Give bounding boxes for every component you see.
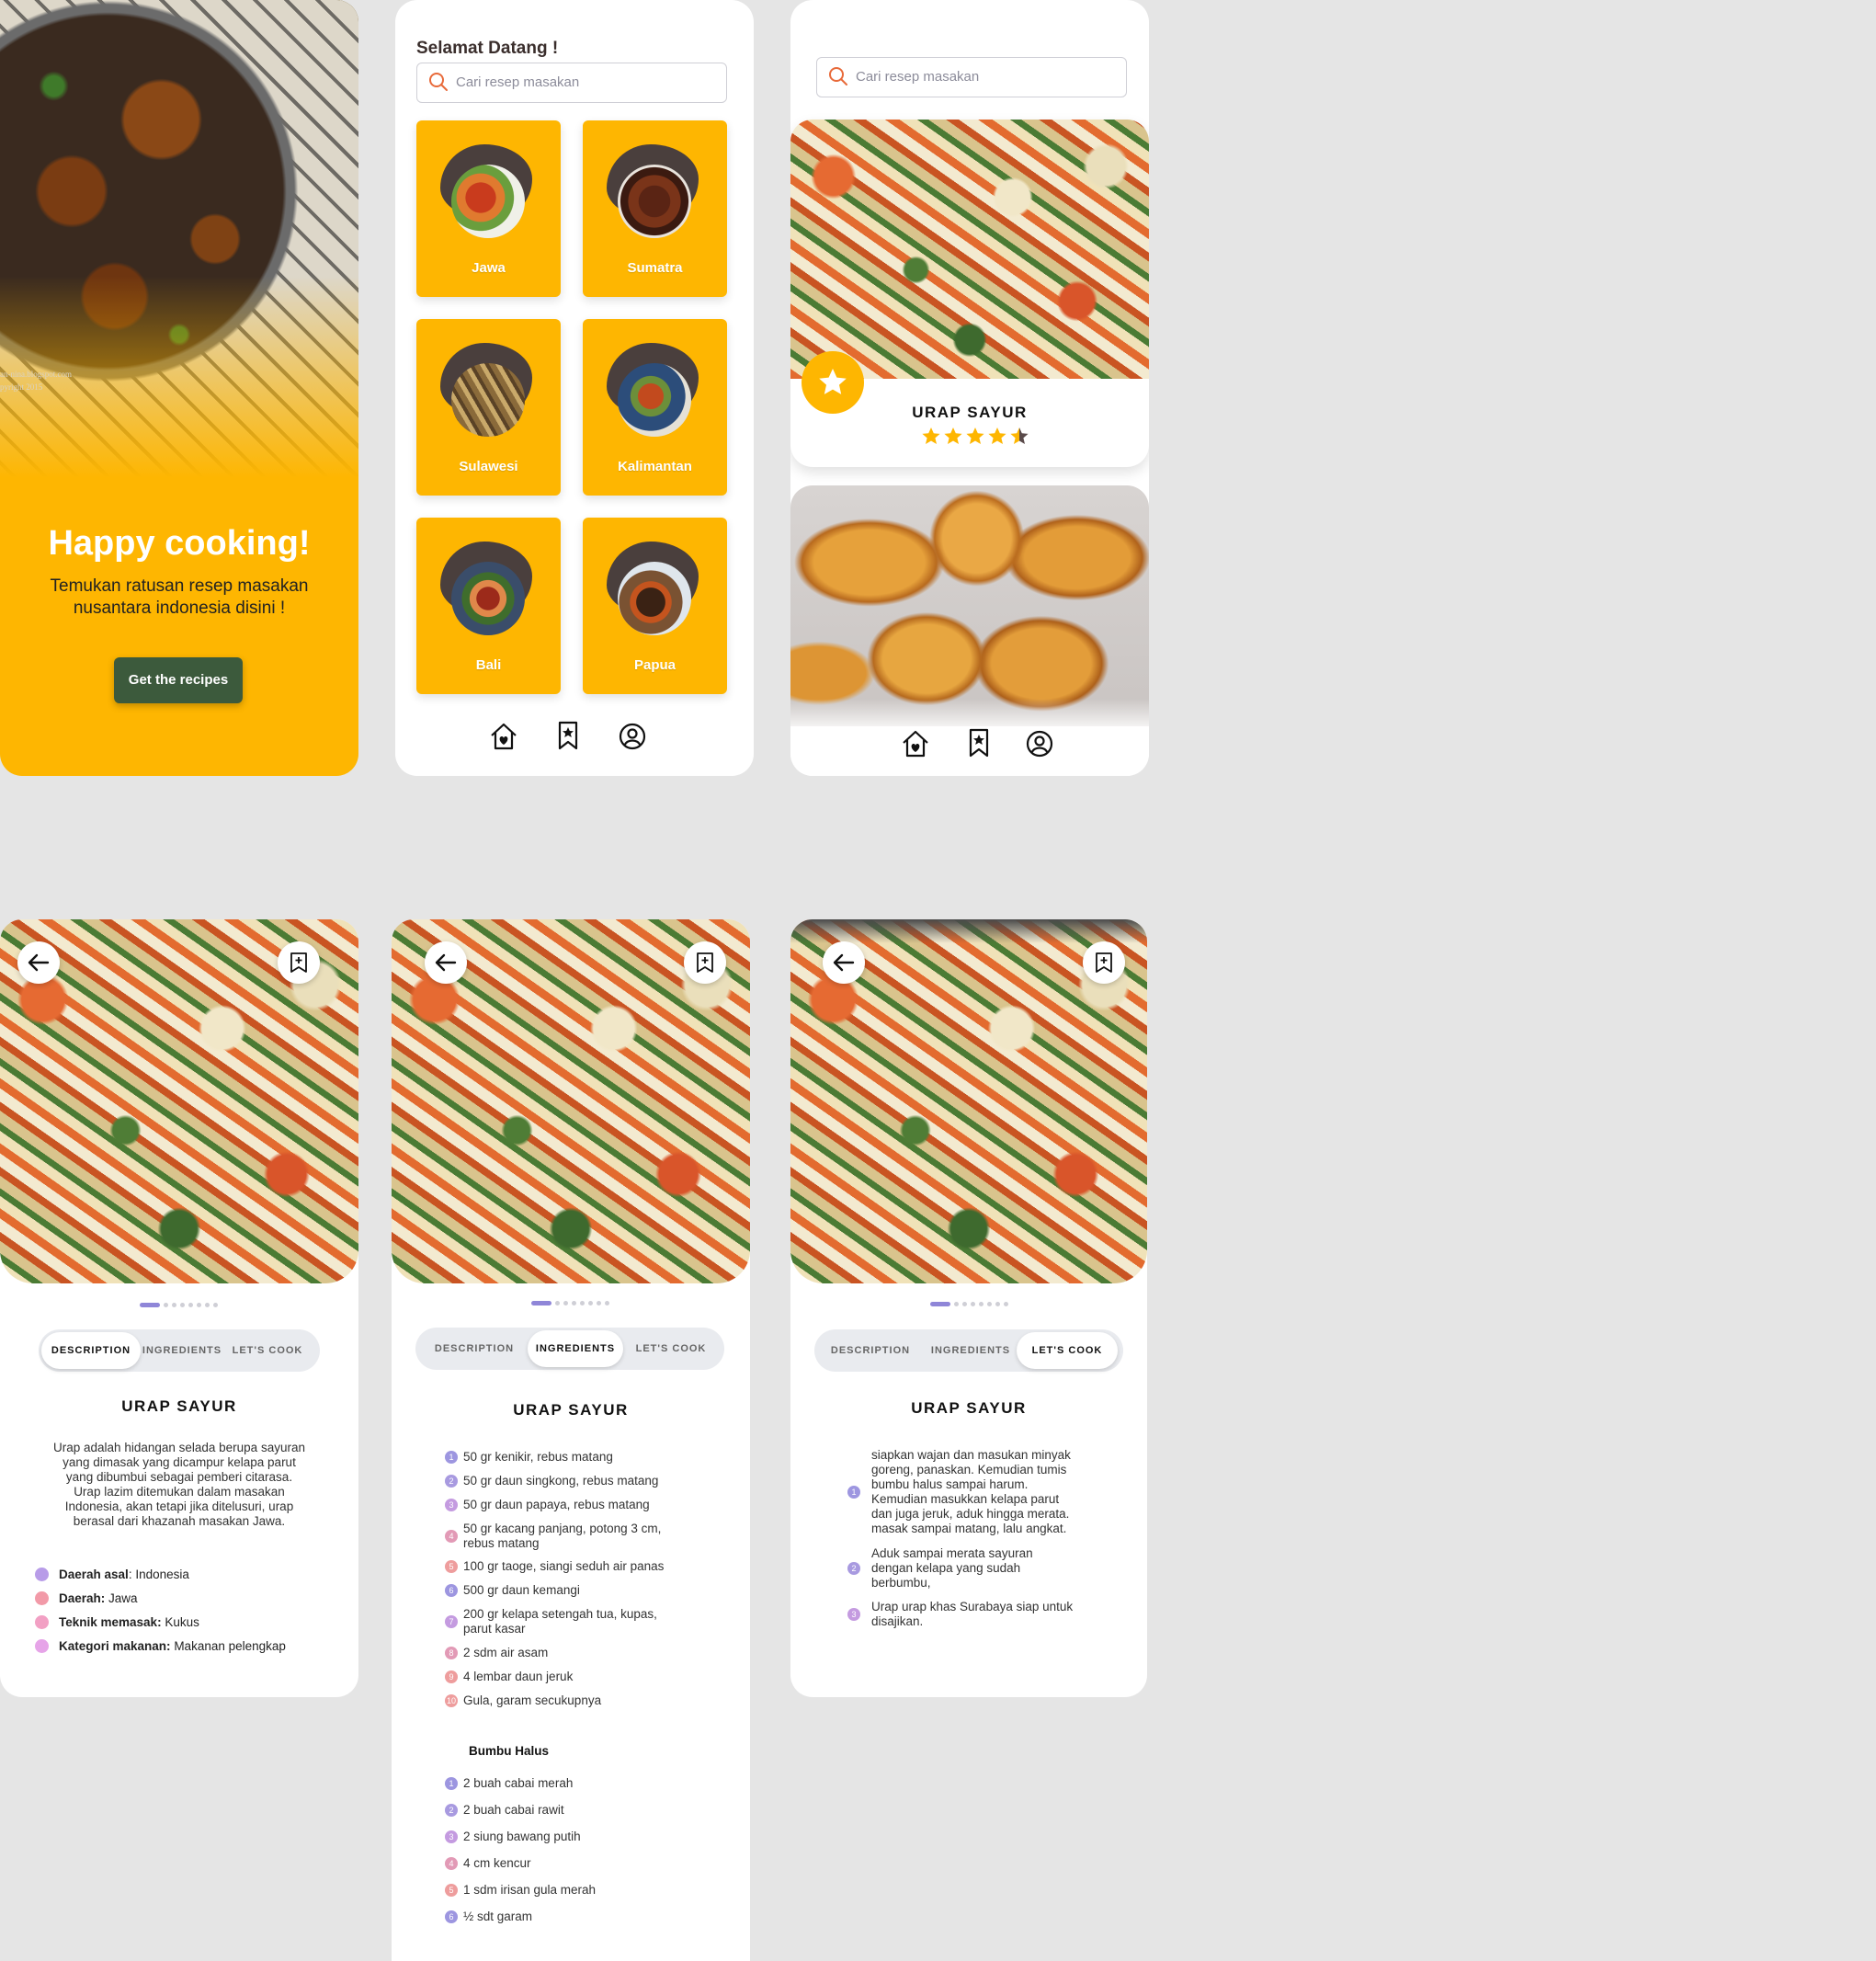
ingredient-line: parut kasar: [463, 1622, 526, 1636]
photo-top-shade: [790, 919, 1147, 943]
fact-item: Daerah asal: Indonesia: [35, 1567, 347, 1590]
subtitle: Temukan ratusan resep masakan nusantara …: [50, 576, 309, 618]
description-text: Urap adalah hidangan selada berupa sayur…: [53, 1441, 305, 1528]
search-input[interactable]: Cari resep masakan: [816, 57, 1127, 97]
detail-description-screen: DESCRIPTION INGREDIENTS LET'S COOK URAP …: [0, 919, 358, 1697]
arrow-left-icon: [833, 953, 855, 972]
tab-lets-cook[interactable]: LET'S COOK: [226, 1332, 309, 1369]
profile-icon[interactable]: [1023, 727, 1056, 760]
detail-tabs: DESCRIPTION INGREDIENTS LET'S COOK: [39, 1329, 320, 1372]
region-card-papua[interactable]: Papua: [583, 518, 727, 694]
region-photo: [618, 562, 691, 635]
bookmark-star-icon[interactable]: [551, 719, 585, 752]
search-icon: [828, 66, 848, 86]
bookmark-star-icon[interactable]: [962, 726, 995, 759]
carousel-indicator: [140, 1302, 218, 1307]
detail-ingredients-screen: DESCRIPTION INGREDIENTS LET'S COOK URAP …: [392, 919, 750, 1961]
profile-icon[interactable]: [616, 720, 649, 753]
detail-cook-screen: DESCRIPTION INGREDIENTS LET'S COOK URAP …: [790, 919, 1147, 1697]
get-recipes-button[interactable]: Get the recipes: [114, 657, 243, 703]
fact-item: Teknik memasak: Kukus: [35, 1614, 347, 1638]
recipe-title: URAP SAYUR: [912, 404, 1028, 421]
tab-ingredients[interactable]: INGREDIENTS: [923, 1332, 1018, 1369]
tab-description[interactable]: DESCRIPTION: [820, 1332, 921, 1369]
arrow-left-icon: [28, 953, 50, 972]
region-card-kalimantan[interactable]: Kalimantan: [583, 319, 727, 496]
region-photo: [618, 363, 691, 437]
bookmark-add-icon: [290, 952, 307, 973]
recipe-photo: [790, 120, 1149, 379]
photo-watermark: an-nina.blogspot.com pyright 2015: [0, 370, 72, 392]
region-photo: [618, 165, 691, 238]
region-card-sulawesi[interactable]: Sulawesi: [416, 319, 561, 496]
rating-stars: [921, 427, 1031, 447]
home-heart-icon[interactable]: [487, 720, 520, 753]
region-card-bali[interactable]: Bali: [416, 518, 561, 694]
recipe-list-screen: Cari resep masakan URAP SAYUR: [790, 0, 1149, 776]
search-icon: [428, 72, 449, 92]
featured-recipe-card[interactable]: URAP SAYUR: [790, 120, 1149, 467]
tab-ingredients[interactable]: INGREDIENTS: [142, 1332, 222, 1369]
bookmark-button[interactable]: [1083, 941, 1125, 984]
region-photo: [451, 562, 525, 635]
back-button[interactable]: [823, 941, 865, 984]
fact-item: Daerah: Jawa: [35, 1590, 347, 1614]
fact-item: Kategori makanan: Makanan pelengkap: [35, 1638, 347, 1662]
tab-description[interactable]: DESCRIPTION: [41, 1332, 141, 1369]
recipe-title: URAP SAYUR: [121, 1397, 237, 1415]
region-card-sumatra[interactable]: Sumatra: [583, 120, 727, 297]
home-heart-icon[interactable]: [899, 727, 932, 760]
ingredient-line: 50 gr kacang panjang, potong 3 cm,: [463, 1522, 662, 1535]
home-screen: Selamat Datang ! Cari resep masakan Jawa…: [395, 0, 754, 776]
ingredient-line: 200 gr kelapa setengah tua, kupas,: [463, 1607, 657, 1621]
onboarding-screen: an-nina.blogspot.com pyright 2015 Happy …: [0, 0, 358, 776]
bookmark-add-icon: [1096, 952, 1112, 973]
region-photo: [451, 165, 525, 238]
headline: Happy cooking!: [48, 524, 311, 563]
bookmark-button[interactable]: [278, 941, 320, 984]
greeting: Selamat Datang !: [416, 39, 559, 58]
recipe-facts: Daerah asal: Indonesia Daerah: Jawa Tekn…: [35, 1567, 347, 1662]
bumbu-heading: Bumbu Halus: [469, 1744, 550, 1758]
back-button[interactable]: [17, 941, 60, 984]
ingredient-line: rebus matang: [463, 1536, 540, 1550]
recipe-card-perkedel[interactable]: [790, 485, 1149, 726]
detail-tabs: DESCRIPTION INGREDIENTS LET'S COOK: [814, 1329, 1123, 1372]
carousel-indicator: [930, 1301, 1008, 1306]
ingredient-list: 1 50 gr kenikir, rebus matang 2 50 gr da…: [392, 919, 750, 1961]
tab-lets-cook[interactable]: LET'S COOK: [1017, 1332, 1118, 1369]
recipe-title: URAP SAYUR: [911, 1399, 1027, 1417]
region-photo: [451, 363, 525, 437]
search-input[interactable]: Cari resep masakan: [416, 63, 727, 103]
region-card-jawa[interactable]: Jawa: [416, 120, 561, 297]
